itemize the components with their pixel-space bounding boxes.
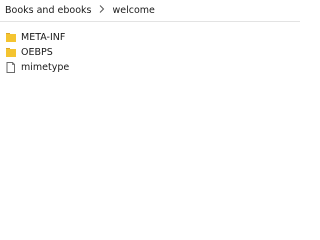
list-item-mimetype[interactable]: mimetype [6,60,206,74]
file-name: mimetype [21,61,70,73]
file-name: META-INF [21,31,66,43]
file-icon [6,61,16,73]
folder-icon [6,47,16,58]
chevron-right-icon[interactable] [99,5,105,16]
breadcrumb-item-welcome[interactable]: welcome [112,5,154,16]
file-list: META-INF OEBPS mimetype [6,30,206,75]
list-item-meta-inf[interactable]: META-INF [6,30,206,44]
breadcrumb-item-books-and-ebooks[interactable]: Books and ebooks [5,5,91,16]
file-explorer-window: Books and ebooks welcome META-INF OEBPS … [0,0,300,225]
list-item-oebps[interactable]: OEBPS [6,45,206,59]
folder-icon [6,32,16,43]
breadcrumb: Books and ebooks welcome [0,0,300,22]
file-name: OEBPS [21,46,53,58]
